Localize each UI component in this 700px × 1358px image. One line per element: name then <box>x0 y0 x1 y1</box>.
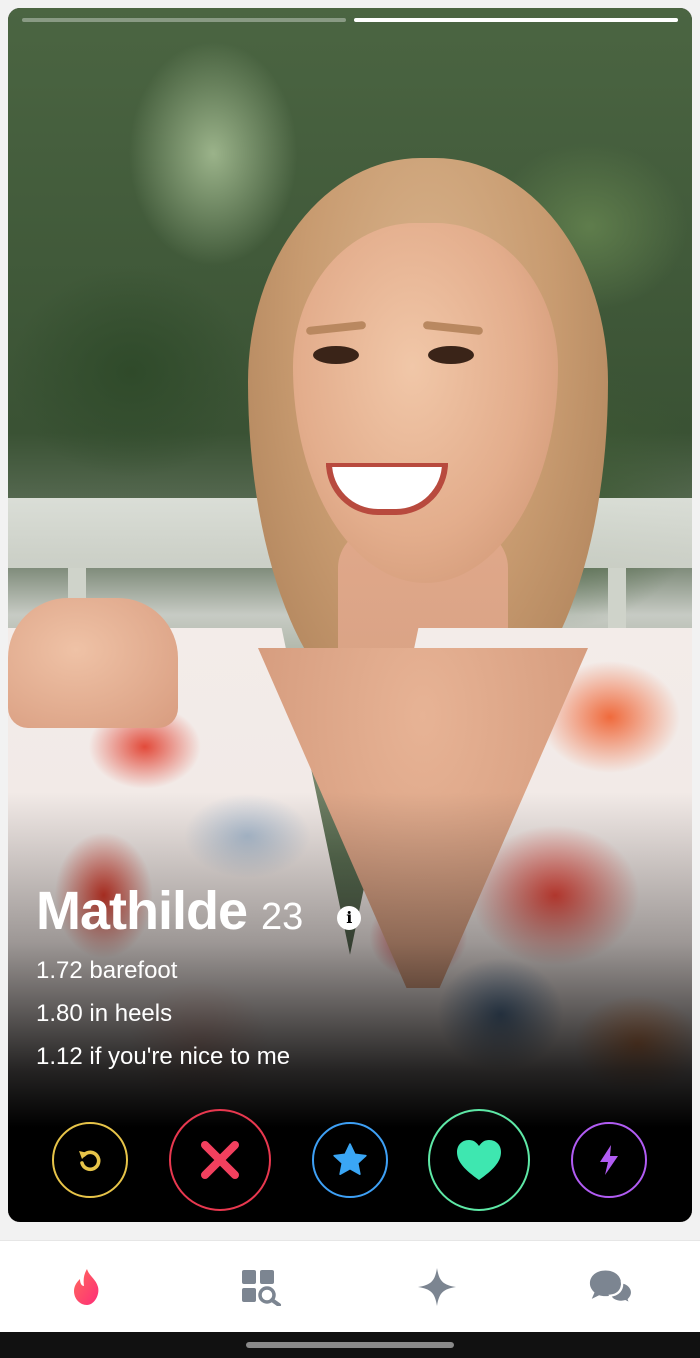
profile-info: Mathilde 23 i 1.72 barefoot 1.80 in heel… <box>36 880 362 1071</box>
lightning-icon <box>600 1145 618 1175</box>
boost-button[interactable] <box>571 1122 647 1198</box>
info-icon[interactable]: i <box>337 906 362 930</box>
app-screen: Mathilde 23 i 1.72 barefoot 1.80 in heel… <box>0 0 700 1358</box>
system-home-area <box>0 1332 700 1358</box>
flame-icon <box>74 1269 99 1305</box>
profile-card[interactable]: Mathilde 23 i 1.72 barefoot 1.80 in heel… <box>8 8 692 1222</box>
explore-icon <box>242 1270 281 1306</box>
action-bar <box>8 1108 692 1212</box>
super-like-button[interactable] <box>312 1122 388 1198</box>
star-icon <box>333 1143 367 1175</box>
left-eye <box>313 346 359 364</box>
name-row: Mathilde 23 i <box>36 880 362 942</box>
home-indicator[interactable] <box>246 1342 454 1348</box>
close-icon <box>201 1141 239 1179</box>
like-button[interactable] <box>428 1109 530 1211</box>
sparkle-icon <box>418 1268 456 1306</box>
bio-line: 1.12 if you're nice to me <box>36 1043 291 1070</box>
nav-explore[interactable] <box>239 1265 283 1309</box>
nope-button[interactable] <box>169 1109 271 1211</box>
heart-icon <box>457 1140 501 1180</box>
bio-line: 1.80 in heels <box>36 1000 173 1027</box>
bottom-navigation <box>0 1240 700 1333</box>
profile-age: 23 <box>261 896 304 938</box>
rewind-button[interactable] <box>52 1122 128 1198</box>
rewind-icon <box>79 1150 101 1172</box>
right-eye <box>428 346 474 364</box>
arm <box>8 598 178 728</box>
nav-top-picks[interactable] <box>415 1265 459 1309</box>
photo-indicator[interactable] <box>22 18 346 22</box>
nav-swipe[interactable] <box>65 1265 109 1309</box>
photo-indicator-active[interactable] <box>354 18 678 22</box>
bio-line: 1.72 barefoot <box>36 957 178 984</box>
photo-indicators <box>22 18 678 22</box>
nav-messages[interactable] <box>589 1265 633 1309</box>
profile-name: Mathilde <box>36 881 248 941</box>
chat-icon <box>589 1270 633 1307</box>
